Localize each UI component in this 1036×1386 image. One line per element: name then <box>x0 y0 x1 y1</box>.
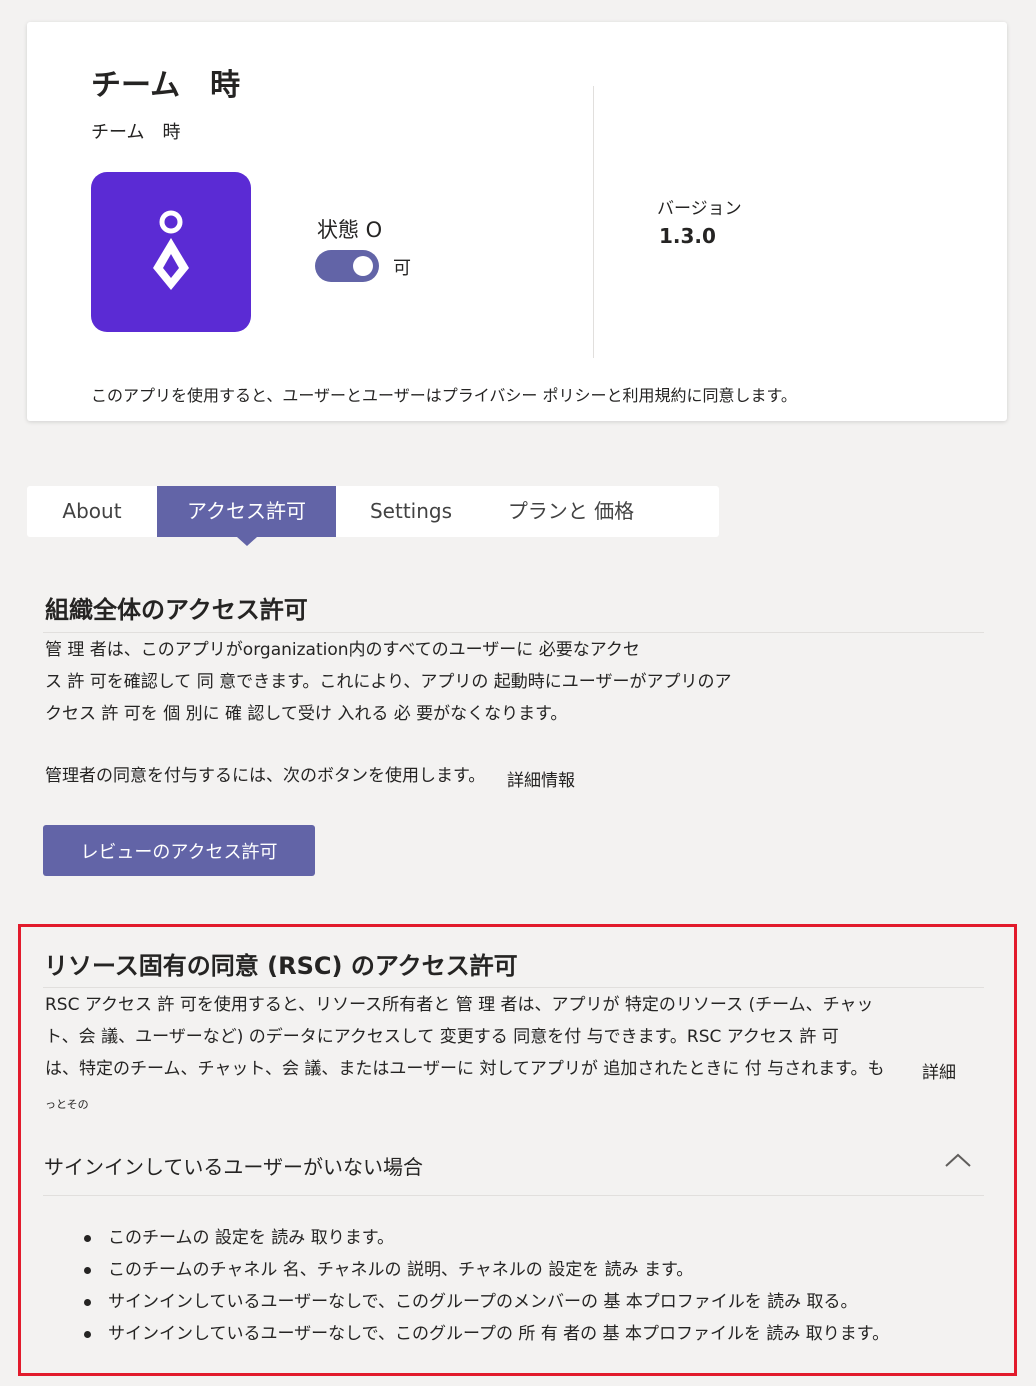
org-description-line: クセス 許 可を 個 別に 確 認して受け 入れる 必 要がなくなります。 <box>45 704 568 724</box>
toggle-knob <box>353 256 373 276</box>
rsc-description-line: RSC アクセス 許 可を使用すると、リソース所有者と 管 理 者は、アプリが … <box>45 995 874 1015</box>
list-item: このチームの 設定を 読み 取ります。 <box>0 1222 889 1254</box>
app-details-card: チーム 時 チーム 時 状態 O 可 バージョン 1.3.0 このアプリを使用す… <box>27 22 1007 421</box>
vertical-divider <box>593 86 594 358</box>
rsc-description-line: ト、会 議、ユーザーなど) のデータにアクセスして 変更する 同意を付 与できま… <box>45 1027 839 1047</box>
app-status-toggle[interactable] <box>315 250 379 282</box>
tab-settings[interactable]: Settings <box>336 486 486 537</box>
org-permissions-title: 組織全体のアクセス許可 <box>45 596 308 624</box>
review-permissions-button[interactable]: レビューのアクセス許可 <box>43 825 315 876</box>
org-description-line: 管 理 者は、このアプリがorganization内のすべてのユーザーに 必要な… <box>45 640 640 660</box>
tab-plans-pricing[interactable]: プランと 価格 <box>486 486 656 537</box>
version-label: バージョン <box>657 199 742 219</box>
rsc-permission-list: このチームの 設定を 読み 取ります。 このチームのチャネル 名、チャネルの 説… <box>0 1222 889 1350</box>
grant-consent-text: 管理者の同意を付与するには、次のボタンを使用します。 <box>45 766 486 786</box>
app-title: チーム 時 <box>91 68 241 103</box>
rsc-learn-more-link[interactable]: 詳細 <box>922 1058 956 1083</box>
list-item: サインインしているユーザーなしで、このグループの 所 有 者の 基 本プロファイ… <box>0 1318 889 1350</box>
list-item: このチームのチャネル 名、チャネルの 説明、チャネルの 設定を 読み ます。 <box>0 1254 889 1286</box>
version-value: 1.3.0 <box>659 224 716 248</box>
list-item: サインインしているユーザーなしで、このグループのメンバーの 基 本プロファイルを… <box>0 1286 889 1318</box>
no-signed-in-user-heading: サインインしているユーザーがいない場合 <box>44 1155 423 1179</box>
status-label: 状態 O <box>317 218 383 242</box>
learn-more-link[interactable]: 詳細情報 <box>507 766 575 791</box>
toggle-state-text: 可 <box>393 258 411 279</box>
tab-bar: About アクセス許可 Settings プランと 価格 <box>27 486 719 546</box>
chevron-up-icon[interactable] <box>944 1152 972 1172</box>
rsc-title-divider <box>43 987 984 988</box>
subheading-divider <box>43 1195 984 1196</box>
tab-about[interactable]: About <box>27 486 157 537</box>
rsc-description-line: は、特定のチーム、チャット、会 議、またはユーザーに 対してアプリが 追加された… <box>45 1059 885 1079</box>
org-description-line: ス 許 可を確認して 同 意できます。これにより、アプリの 起動時にユーザーがア… <box>45 672 732 692</box>
rsc-permissions-title: リソース固有の同意 (RSC) のアクセス許可 <box>44 952 518 980</box>
app-logo-icon <box>91 172 251 332</box>
rsc-description-tail: っとその <box>45 1098 89 1111</box>
consent-text: このアプリを使用すると、ユーザーとユーザーはプライバシー ポリシーと利用規約に同… <box>91 386 797 405</box>
org-title-divider <box>43 632 984 633</box>
app-subtitle: チーム 時 <box>91 122 181 143</box>
tab-permissions[interactable]: アクセス許可 <box>157 486 336 546</box>
